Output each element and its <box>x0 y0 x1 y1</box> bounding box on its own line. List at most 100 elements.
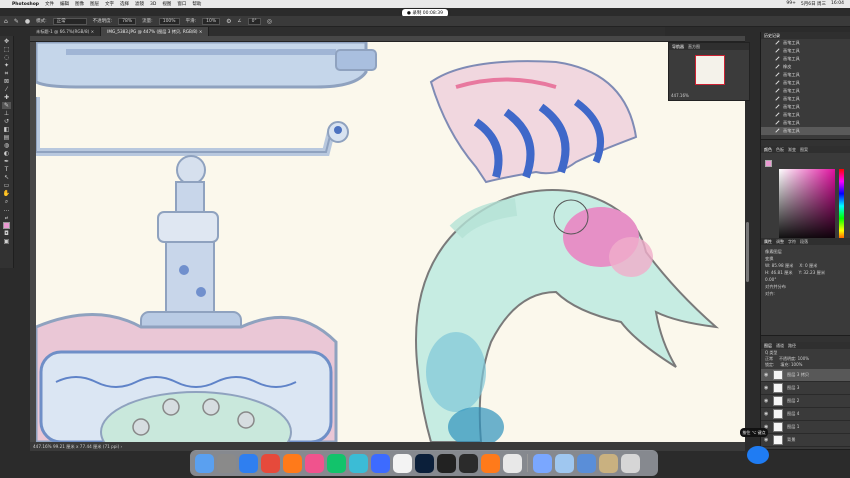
swap-colors-icon[interactable]: ⇄ <box>2 214 11 221</box>
height-field[interactable]: H: 46.81 厘米 <box>765 269 793 276</box>
flow-input[interactable]: 100% <box>158 17 180 25</box>
dock-app-icon[interactable] <box>371 453 390 473</box>
canvas-vertical-scrollbar[interactable] <box>745 42 750 442</box>
dock-app-icon[interactable] <box>283 453 302 473</box>
crop-tool-icon[interactable]: ⌗ <box>2 70 11 77</box>
tab-channels[interactable]: 通道 <box>776 342 784 349</box>
menu-help[interactable]: 帮助 <box>192 1 201 7</box>
visibility-eye-icon[interactable]: ◉ <box>764 385 769 391</box>
history-item[interactable]: 画笔工具 <box>761 103 850 111</box>
visibility-eye-icon[interactable]: ◉ <box>764 398 769 404</box>
gradient-tool-icon[interactable]: ▤ <box>2 134 11 141</box>
layer-row[interactable]: ◉ 图层 3 拷贝 <box>761 369 850 382</box>
dock-app-icon[interactable] <box>195 453 214 473</box>
opacity-input[interactable]: 78% <box>118 17 137 25</box>
menu-3d[interactable]: 3D <box>150 2 156 7</box>
dock-app-icon[interactable] <box>459 453 478 473</box>
history-item[interactable]: 画笔工具 <box>761 55 850 63</box>
more-tools-icon[interactable]: … <box>2 206 11 213</box>
history-item[interactable]: 画笔工具 <box>761 127 850 135</box>
layer-row[interactable]: ◉ 图层 4 <box>761 408 850 421</box>
hue-slider[interactable] <box>839 169 844 243</box>
tab-swatches[interactable]: 色板 <box>776 146 784 153</box>
dock-app-icon[interactable] <box>503 453 522 473</box>
home-icon[interactable]: ⌂ <box>4 18 8 25</box>
quick-mask-icon[interactable]: ◘ <box>2 230 11 237</box>
tab-navigator[interactable]: 导航器 <box>672 43 684 50</box>
menu-file[interactable]: 文件 <box>45 1 54 7</box>
navigator-zoom[interactable]: 447.16% <box>671 93 689 98</box>
tab-color[interactable]: 颜色 <box>764 146 772 153</box>
history-brush-icon[interactable]: ↺ <box>2 118 11 125</box>
dock-app-icon[interactable] <box>327 453 346 473</box>
marquee-tool-icon[interactable]: ⬚ <box>2 46 11 53</box>
tab-properties[interactable]: 属性 <box>764 238 772 245</box>
zoom-tool-icon[interactable]: ⌕ <box>2 198 11 205</box>
menu-window[interactable]: 窗口 <box>177 1 186 7</box>
visibility-eye-icon[interactable]: ◉ <box>764 437 769 443</box>
brush-tool-icon[interactable]: ✎ <box>14 18 19 25</box>
stamp-tool-icon[interactable]: ⊥ <box>2 110 11 117</box>
notification-count[interactable]: 99+ <box>786 1 796 7</box>
color-fg-swatch[interactable] <box>765 160 772 167</box>
menu-view[interactable]: 视图 <box>162 1 171 7</box>
menu-select[interactable]: 选择 <box>120 1 129 7</box>
layer-row[interactable]: ◉ 背景 <box>761 434 850 447</box>
chat-bubble-icon[interactable] <box>747 446 769 464</box>
quick-select-tool-icon[interactable]: ✦ <box>2 62 11 69</box>
document-canvas[interactable] <box>36 42 745 442</box>
history-item[interactable]: 画笔工具 <box>761 87 850 95</box>
brush-preset-picker[interactable]: ● <box>25 18 30 25</box>
tab-gradients[interactable]: 渐变 <box>788 146 796 153</box>
smoothing-input[interactable]: 10% <box>202 17 221 25</box>
history-item[interactable]: 画笔工具 <box>761 39 850 47</box>
app-menu[interactable]: Photoshop <box>12 2 39 7</box>
history-item[interactable]: 画笔工具 <box>761 71 850 79</box>
visibility-eye-icon[interactable]: ◉ <box>764 372 769 378</box>
color-picker-field[interactable] <box>779 169 835 243</box>
tab-history[interactable]: 历史记录 <box>764 32 780 39</box>
lasso-tool-icon[interactable]: ◌ <box>2 54 11 61</box>
history-item[interactable]: 画笔工具 <box>761 47 850 55</box>
menu-type[interactable]: 文字 <box>105 1 114 7</box>
dock-app-icon[interactable] <box>239 453 258 473</box>
dock-app-icon[interactable] <box>437 453 456 473</box>
path-select-icon[interactable]: ↖ <box>2 174 11 181</box>
dodge-tool-icon[interactable]: ◐ <box>2 150 11 157</box>
history-item[interactable]: 画笔工具 <box>761 95 850 103</box>
menu-layer[interactable]: 图层 <box>90 1 99 7</box>
visibility-eye-icon[interactable]: ◉ <box>764 411 769 417</box>
angle-field[interactable]: 0.00° <box>765 276 847 283</box>
move-tool-icon[interactable]: ✥ <box>2 38 11 45</box>
screen-mode-icon[interactable]: ▣ <box>2 238 11 245</box>
time-label[interactable]: 16:04 <box>831 1 844 7</box>
tab-img-5383[interactable]: IMG_5383.JPG @ 447% (图层 3 拷贝, RGB/8) × <box>101 27 210 36</box>
layer-fill[interactable]: 填充: 100% <box>780 362 802 368</box>
history-item[interactable]: 画笔工具 <box>761 79 850 87</box>
shape-tool-icon[interactable]: ▭ <box>2 182 11 189</box>
eyedropper-tool-icon[interactable]: ⁄ <box>2 86 11 93</box>
history-item[interactable]: 橡皮 <box>761 63 850 71</box>
tab-histogram[interactable]: 直方图 <box>688 43 700 50</box>
layer-row[interactable]: ◉ 图层 2 <box>761 395 850 408</box>
history-item[interactable]: 画笔工具 <box>761 119 850 127</box>
menu-image[interactable]: 图像 <box>75 1 84 7</box>
type-tool-icon[interactable]: T <box>2 166 11 173</box>
tab-paths[interactable]: 路径 <box>788 342 796 349</box>
history-item[interactable]: 画笔工具 <box>761 111 850 119</box>
tab-adjustments[interactable]: 调整 <box>776 238 784 245</box>
frame-tool-icon[interactable]: ⊠ <box>2 78 11 85</box>
dock-app-icon[interactable] <box>393 453 412 473</box>
dock-app-icon[interactable] <box>349 453 368 473</box>
tab-untitled[interactable]: 未标题-1 @ 66.7%(RGB/8) × <box>30 27 102 36</box>
pen-tool-icon[interactable]: ✒ <box>2 158 11 165</box>
settings-gear-icon[interactable]: ⚙ <box>226 18 231 25</box>
tab-layers[interactable]: 图层 <box>764 342 772 349</box>
dock-app-icon[interactable] <box>261 453 280 473</box>
date-label[interactable]: 5月6日 周三 <box>801 1 826 7</box>
dock-app-icon[interactable] <box>533 453 552 473</box>
healing-tool-icon[interactable]: ✚ <box>2 94 11 101</box>
menu-filter[interactable]: 滤镜 <box>135 1 144 7</box>
tab-paragraph[interactable]: 段落 <box>800 238 808 245</box>
pressure-icon[interactable]: ◎ <box>267 18 272 25</box>
